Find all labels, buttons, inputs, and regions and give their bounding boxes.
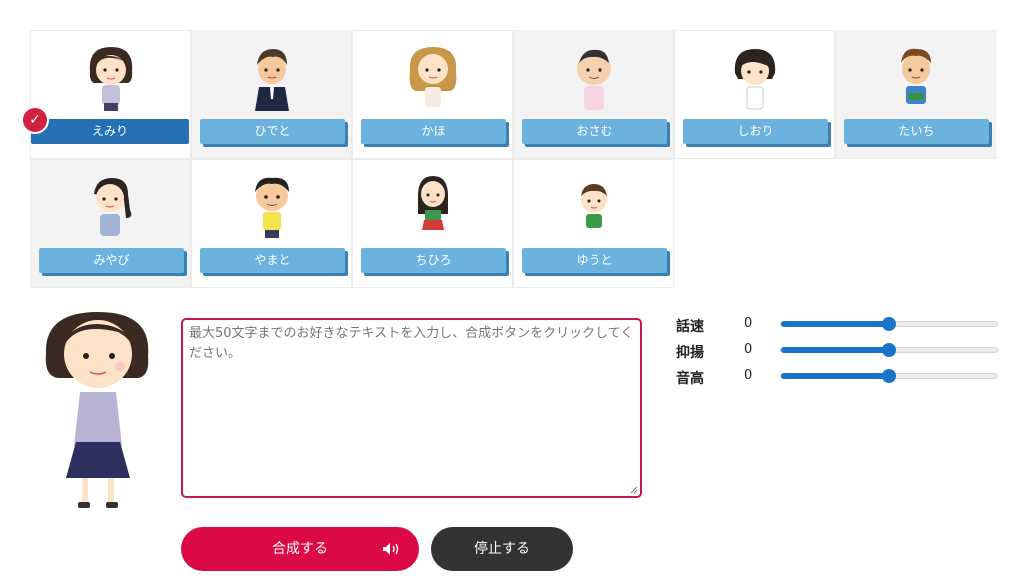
- avatar-chihiro: [417, 176, 448, 230]
- character-card-yuto[interactable]: ゆうと: [513, 159, 674, 288]
- param-row-speed: 話速 0: [676, 316, 1000, 336]
- avatar-yamato: [254, 177, 289, 238]
- character-name-button[interactable]: たいち: [844, 119, 989, 144]
- avatar-emiri: [89, 47, 132, 111]
- character-name-button[interactable]: ひでと: [200, 119, 345, 144]
- avatar-hideto: [254, 49, 289, 111]
- slider-fill: [781, 347, 889, 353]
- selected-character-avatar: [45, 312, 149, 508]
- text-input-wrapper: [181, 318, 642, 498]
- character-card-kaho[interactable]: かほ: [352, 30, 513, 159]
- character-card-osamu[interactable]: おさむ: [513, 30, 674, 159]
- character-card-chihiro[interactable]: ちひろ: [352, 159, 513, 288]
- slider-thumb[interactable]: [882, 317, 896, 331]
- param-value: 0: [744, 342, 753, 357]
- speed-slider[interactable]: [780, 317, 998, 331]
- avatar-shiori: [734, 49, 775, 110]
- intonation-slider[interactable]: [780, 343, 998, 357]
- resize-handle-icon[interactable]: [630, 486, 638, 494]
- synthesize-button[interactable]: 合成する: [181, 527, 419, 571]
- param-label: 抑揚: [676, 345, 704, 361]
- character-name-button[interactable]: ゆうと: [522, 248, 667, 273]
- avatar-yuto: [580, 184, 607, 228]
- avatar-kaho: [409, 47, 456, 107]
- character-card-hideto[interactable]: ひでと: [191, 30, 352, 159]
- slider-thumb[interactable]: [882, 343, 896, 357]
- character-name-button[interactable]: おさむ: [522, 119, 667, 144]
- character-name-button[interactable]: ちひろ: [361, 248, 506, 273]
- param-row-pitch: 音高 0: [676, 368, 1000, 388]
- text-input[interactable]: [183, 320, 640, 496]
- pitch-slider[interactable]: [780, 369, 998, 383]
- param-label: 話速: [676, 319, 704, 335]
- param-value: 0: [744, 368, 753, 383]
- character-name-button[interactable]: みやび: [39, 248, 184, 273]
- avatar-miyabi: [93, 178, 131, 236]
- character-grid: えみり ✓ ひでと かほ おさむ しおり たいち みやび やまと ちひろ ゆうと: [21, 30, 998, 288]
- character-card-miyabi[interactable]: みやび: [30, 159, 191, 288]
- slider-fill: [781, 321, 889, 327]
- character-name-button[interactable]: しおり: [683, 119, 828, 144]
- avatar-taichi: [900, 48, 931, 104]
- param-label: 音高: [676, 371, 704, 387]
- character-card-emiri[interactable]: えみり ✓: [21, 30, 191, 159]
- character-card-taichi[interactable]: たいち: [835, 30, 996, 159]
- param-value: 0: [744, 316, 753, 331]
- speaker-icon: [383, 543, 399, 555]
- character-card-yamato[interactable]: やまと: [191, 159, 352, 288]
- character-name-button[interactable]: やまと: [200, 248, 345, 273]
- character-card-shiori[interactable]: しおり: [674, 30, 835, 159]
- character-name-button[interactable]: えみり: [31, 119, 189, 144]
- avatar-osamu: [576, 49, 611, 110]
- param-row-intonation: 抑揚 0: [676, 342, 1000, 362]
- slider-thumb[interactable]: [882, 369, 896, 383]
- slider-fill: [781, 373, 889, 379]
- character-name-button[interactable]: かほ: [361, 119, 506, 144]
- check-circle-icon: ✓: [21, 106, 49, 134]
- stop-button[interactable]: 停止する: [431, 527, 573, 571]
